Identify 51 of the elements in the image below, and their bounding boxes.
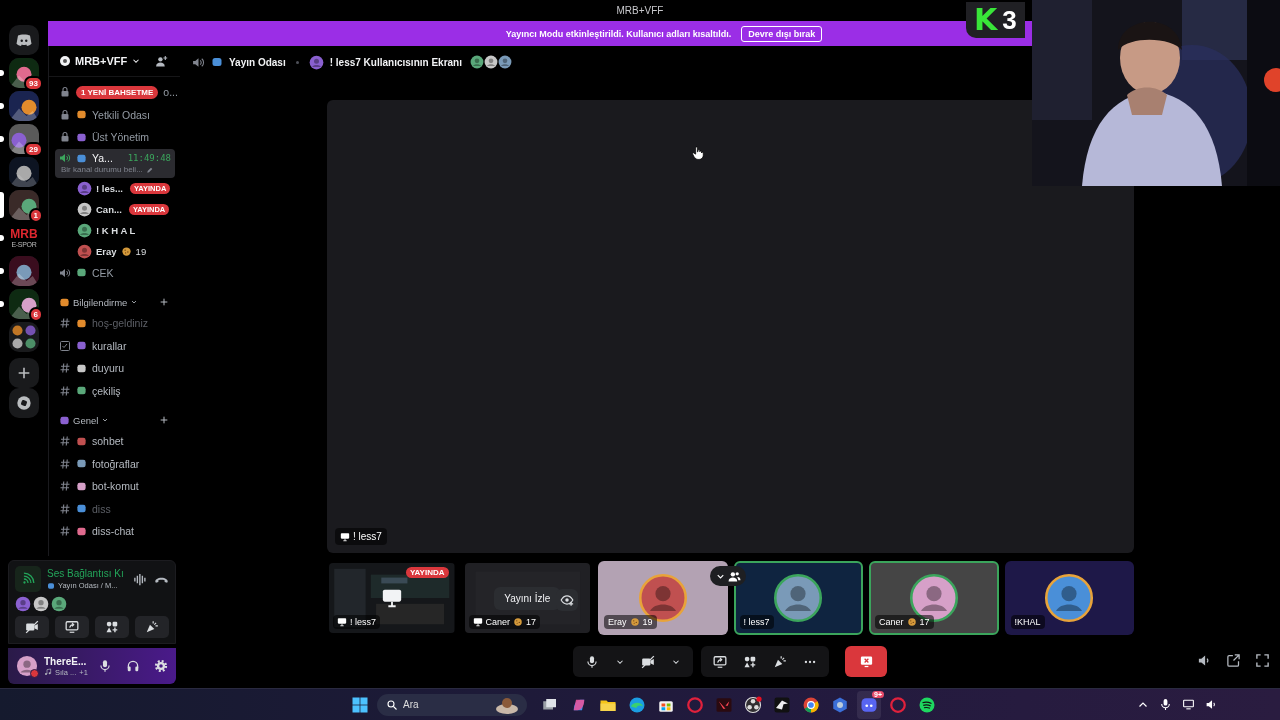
disable-button[interactable]: Devre dışı bırak [741, 25, 823, 42]
member-item[interactable]: ! K H A L [55, 219, 175, 241]
participant-name: !KHAL [1014, 617, 1041, 627]
channel-item[interactable]: çekiliş [55, 379, 175, 402]
participant-tile[interactable]: !KHAL [1004, 561, 1134, 635]
channel-item[interactable]: Ya... 11:49:48 Bir kanal durumu beli... [55, 148, 175, 178]
member-item[interactable]: Eray 19 [55, 240, 175, 262]
channel-item[interactable]: diss-chat [55, 520, 175, 543]
elapsed-time: 11:49:48 [127, 153, 171, 163]
connection-status: Ses Bağlantısı Kı [47, 568, 125, 579]
participant-name: ! less7 [743, 617, 770, 627]
channel-title: Yayın Odası [229, 56, 286, 68]
participant-tile[interactable]: YAYINDA ! less7 [327, 561, 457, 635]
overlay-score: 3 [1002, 4, 1017, 36]
participant-name: Eray [608, 617, 627, 627]
category-header[interactable]: Genel [59, 414, 110, 426]
mention-pill[interactable]: 1 YENİ BAHSETME [76, 85, 159, 99]
channel-item[interactable]: sohbet [55, 430, 175, 453]
banner-message: Yayıncı Modu etkinleştirildi. Kullanıcı adları kısaltıldı. [505, 28, 732, 39]
participant-name: ! less7 [350, 617, 376, 627]
participant-count: 17 [526, 617, 537, 627]
unread-badge: 29 [24, 142, 43, 157]
channel-item[interactable]: Yetkili Odası [55, 103, 175, 126]
participant-count: 17 [919, 617, 930, 627]
channel-item[interactable]: duyuru [55, 357, 175, 380]
channel-item[interactable]: Üst Yönetim [55, 126, 175, 149]
channel-name: Ya... [92, 152, 113, 164]
participant-tile[interactable]: Caner 17 [869, 561, 999, 635]
logo-text: MRB [10, 228, 38, 240]
channel-item[interactable]: bot-komut [55, 475, 175, 498]
overlay-logo: K [974, 5, 998, 35]
participant-name: Caner [879, 617, 904, 627]
channel-item[interactable]: kurallar [55, 334, 175, 357]
live-badge: YAYINDA [405, 567, 449, 578]
streamer-name: ! less7 [353, 531, 382, 542]
server-menu-button[interactable]: MRB+VFF [59, 55, 142, 67]
channel-item[interactable]: fotoğraflar [55, 452, 175, 475]
channel-item[interactable]: 1 YENİ BAHSETME o... [55, 81, 175, 104]
participant-tile[interactable]: Eray 19 [598, 561, 728, 635]
category-header[interactable]: Bilgilendirme [59, 296, 139, 308]
participant-tile[interactable]: Yayını İzle Caner 17 [462, 561, 592, 635]
window-title: MRB+VFF [616, 5, 664, 16]
participant-count: 19 [642, 617, 653, 627]
unread-badge: 93 [24, 76, 43, 91]
channel-status: Bir kanal durumu beli... [61, 165, 143, 174]
stream-title: ! less7 Kullanıcısının Ekranı [329, 56, 462, 68]
search-field[interactable]: Ara [377, 693, 527, 716]
channel-item[interactable]: CEK [55, 261, 175, 284]
participant-name: Caner [485, 617, 510, 627]
user-name: ThereE... [44, 655, 88, 667]
participant-tile[interactable]: ! less7 [733, 561, 863, 635]
